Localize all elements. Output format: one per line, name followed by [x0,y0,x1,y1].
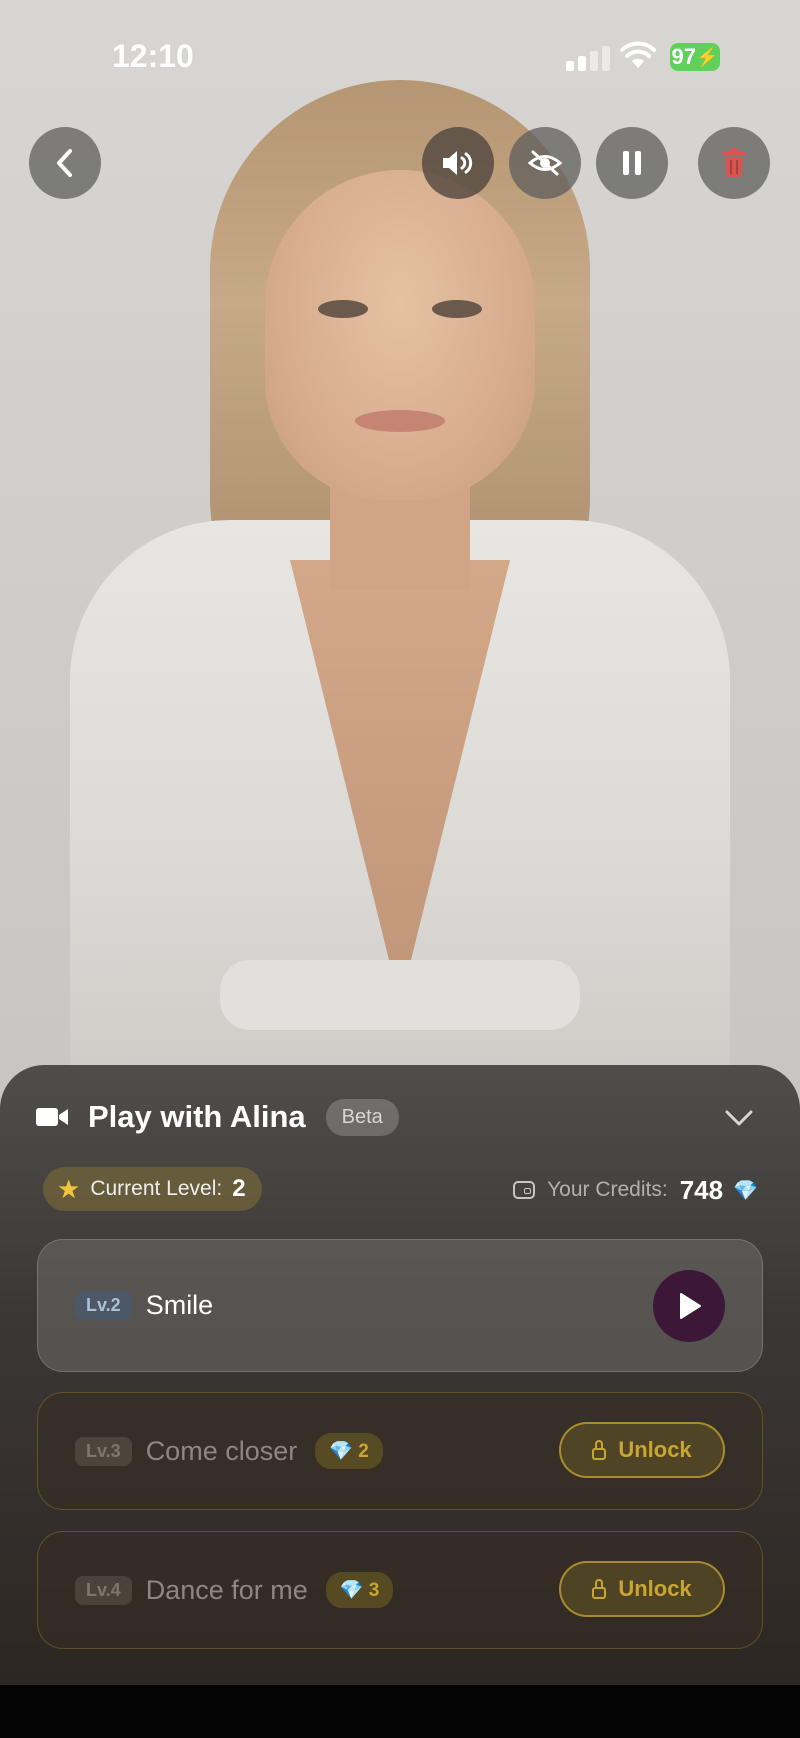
chevron-left-icon [57,149,72,177]
current-level-label: Current Level: [90,1177,223,1200]
pause-icon [623,151,641,175]
character-eye-right [432,300,482,318]
delete-button[interactable] [698,127,770,199]
action-title: Smile [145,1290,214,1320]
unlock-button[interactable]: Unlock [559,1561,725,1617]
character-eye-left [318,300,368,318]
wallet-icon [513,1181,536,1199]
lock-icon [592,1440,607,1460]
status-time: 12:10 [112,38,194,74]
video-camera-icon [36,1108,68,1126]
wifi-icon [620,41,656,68]
cost-badge: 💎 3 [325,1572,394,1608]
action-title: Dance for me [145,1574,308,1605]
beta-badge: Beta [325,1098,399,1136]
unlock-label: Unlock [618,1576,692,1601]
current-level-pill: ★ Current Level: 2 [43,1167,262,1211]
eye-slash-icon [527,150,563,176]
gem-icon: 💎 [339,1580,364,1601]
play-button[interactable] [653,1270,725,1342]
battery-level: 97 [671,44,697,69]
sheet-title: Play with Alina [88,1099,306,1134]
action-card-dance: Lv.4 Dance for me 💎 3 Unlock [37,1531,763,1649]
home-indicator-area [0,1685,800,1738]
sound-button[interactable] [422,127,494,199]
star-icon: ★ [57,1173,81,1204]
action-title: Come closer [145,1435,298,1466]
character-face [265,170,535,500]
current-level-value: 2 [232,1175,246,1202]
battery-indicator: 97 ⚡ [670,43,720,71]
character-belt [220,960,580,1030]
status-bar: 12:10 97 ⚡ [0,0,800,110]
action-card-come-closer: Lv.3 Come closer 💎 2 Unlock [37,1392,763,1510]
speaker-icon [443,151,473,175]
credits-label: Your Credits: [547,1178,668,1201]
character-lips [355,410,445,432]
lock-icon [592,1579,607,1599]
gem-icon: 💎 [733,1179,758,1202]
trash-icon [722,148,746,177]
sheet-header: Play with Alina Beta [36,1095,764,1139]
level-badge: Lv.2 [75,1291,132,1320]
cost-badge: 💎 2 [315,1433,383,1469]
action-card-smile[interactable]: Lv.2 Smile [37,1239,763,1372]
level-badge: Lv.4 [75,1575,132,1605]
hide-ui-button[interactable] [509,127,581,199]
cost-value: 2 [358,1441,369,1462]
gem-icon: 💎 [329,1441,353,1462]
play-icon [680,1293,701,1319]
pause-button[interactable] [596,127,668,199]
back-button[interactable] [29,127,101,199]
cost-value: 3 [368,1580,380,1601]
level-badge: Lv.3 [75,1436,132,1466]
chevron-down-icon[interactable] [724,1103,754,1133]
unlock-label: Unlock [618,1437,692,1462]
credits-value: 748 [679,1174,724,1205]
unlock-button[interactable]: Unlock [559,1422,725,1478]
credits-display: Your Credits: 748 💎 [513,1172,758,1208]
